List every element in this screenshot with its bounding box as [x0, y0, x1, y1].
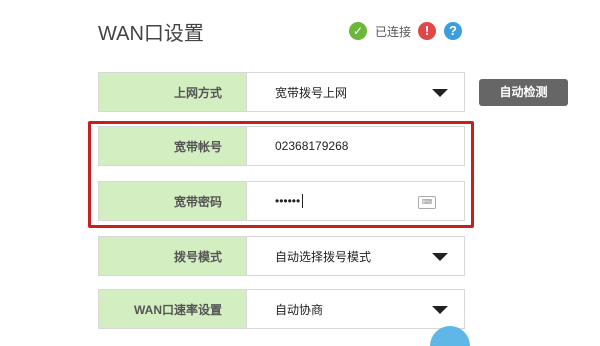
question-icon[interactable]: ?	[444, 22, 463, 40]
wan-speed-label: WAN口速率设置	[99, 290, 247, 328]
status-text: 已连接	[375, 24, 412, 39]
dial-mode-value: 自动选择拨号模式	[275, 249, 372, 264]
dropdown-arrow-icon[interactable]	[432, 306, 448, 314]
page-title: WAN口设置	[98, 23, 204, 45]
connection-status: ✓ 已连接 ! ?	[349, 22, 463, 40]
wan-speed-row: WAN口速率设置 自动协商	[98, 289, 465, 329]
wan-speed-value: 自动协商	[275, 302, 324, 317]
connection-type-value: 宽带拨号上网	[275, 85, 348, 100]
exclamation-icon[interactable]: !	[418, 22, 437, 40]
highlight-box	[88, 121, 474, 228]
dial-mode-select[interactable]: 自动选择拨号模式	[247, 237, 464, 275]
dropdown-arrow-icon[interactable]	[432, 253, 448, 261]
dial-mode-label: 拨号模式	[99, 237, 247, 275]
connection-type-label: 上网方式	[99, 73, 247, 111]
wan-speed-select[interactable]: 自动协商	[247, 290, 464, 328]
floating-action-button[interactable]	[430, 326, 470, 346]
connection-type-row: 上网方式 宽带拨号上网	[98, 72, 465, 112]
dropdown-arrow-icon[interactable]	[432, 89, 448, 97]
dial-mode-row: 拨号模式 自动选择拨号模式	[98, 236, 465, 276]
check-icon: ✓	[349, 22, 367, 40]
auto-detect-button[interactable]: 自动检测	[479, 79, 568, 106]
connection-type-select[interactable]: 宽带拨号上网	[247, 73, 464, 111]
